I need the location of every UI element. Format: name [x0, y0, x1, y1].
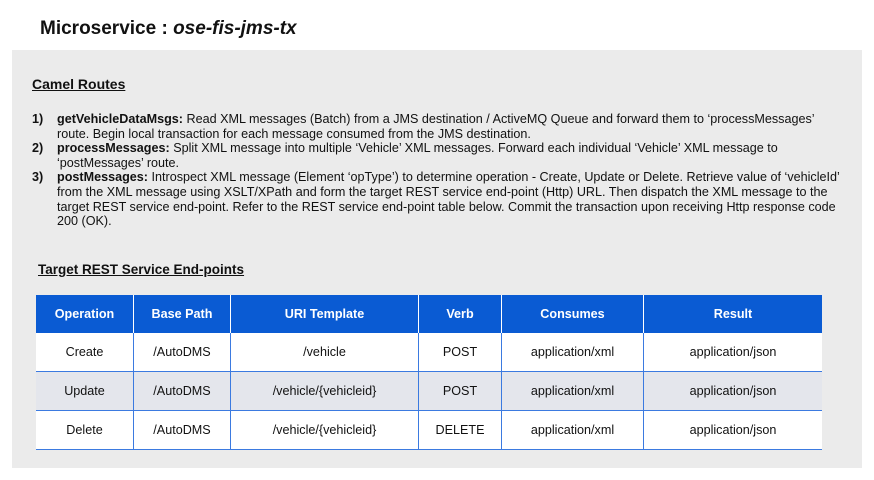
route-item-1: 1) getVehicleDataMsgs: Read XML messages… — [32, 112, 842, 141]
route-description: processMessages: Split XML message into … — [57, 141, 842, 170]
cell-verb: POST — [418, 333, 502, 372]
page-title: Microservice : ose-fis-jms-tx — [40, 18, 297, 40]
route-item-2: 2) processMessages: Split XML message in… — [32, 141, 842, 170]
cell-operation: Create — [36, 333, 134, 372]
camel-routes-heading: Camel Routes — [32, 76, 126, 92]
table-row: Update /AutoDMS /vehicle/{vehicleid} POS… — [36, 371, 822, 411]
cell-uri-template: /vehicle/{vehicleid} — [230, 410, 419, 450]
route-name: processMessages: — [57, 141, 170, 156]
service-name: ose-fis-jms-tx — [173, 18, 297, 39]
cell-uri-template: /vehicle/{vehicleid} — [230, 371, 419, 411]
column-header-operation: Operation — [36, 295, 134, 333]
column-header-uri-template: URI Template — [230, 295, 419, 333]
cell-result: application/json — [643, 371, 822, 411]
cell-result: application/json — [643, 410, 822, 450]
cell-uri-template: /vehicle — [230, 333, 419, 372]
cell-consumes: application/xml — [501, 410, 644, 450]
column-header-consumes: Consumes — [501, 295, 644, 333]
route-item-3: 3) postMessages: Introspect XML message … — [32, 170, 842, 228]
table-row: Delete /AutoDMS /vehicle/{vehicleid} DEL… — [36, 410, 822, 450]
camel-routes-list: 1) getVehicleDataMsgs: Read XML messages… — [32, 112, 842, 229]
column-header-result: Result — [643, 295, 822, 333]
rest-endpoints-heading: Target REST Service End-points — [38, 262, 245, 277]
cell-verb: DELETE — [418, 410, 502, 450]
rest-endpoints-table: Operation Base Path URI Template Verb Co… — [36, 295, 822, 450]
route-name: postMessages: — [57, 170, 148, 185]
column-header-verb: Verb — [418, 295, 502, 333]
cell-base-path: /AutoDMS — [133, 410, 231, 450]
cell-consumes: application/xml — [501, 333, 644, 372]
route-text: Introspect XML message (Element ‘opType’… — [57, 170, 840, 229]
route-number: 2) — [32, 141, 44, 156]
title-prefix: Microservice : — [40, 18, 174, 39]
table-row: Create /AutoDMS /vehicle POST applicatio… — [36, 333, 822, 372]
cell-base-path: /AutoDMS — [133, 371, 231, 411]
route-description: postMessages: Introspect XML message (El… — [57, 170, 842, 228]
cell-result: application/json — [643, 333, 822, 372]
route-number: 3) — [32, 170, 44, 185]
cell-consumes: application/xml — [501, 371, 644, 411]
route-description: getVehicleDataMsgs: Read XML messages (B… — [57, 112, 842, 141]
cell-operation: Update — [36, 371, 134, 411]
table-header-row: Operation Base Path URI Template Verb Co… — [36, 295, 822, 333]
cell-verb: POST — [418, 371, 502, 411]
cell-operation: Delete — [36, 410, 134, 450]
route-name: getVehicleDataMsgs: — [57, 112, 183, 126]
column-header-base-path: Base Path — [133, 295, 231, 333]
route-number: 1) — [32, 112, 44, 126]
cell-base-path: /AutoDMS — [133, 333, 231, 372]
